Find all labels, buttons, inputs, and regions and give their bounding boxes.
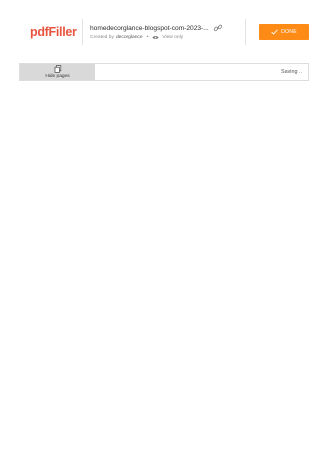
logo-filler-text: Filler bbox=[48, 25, 77, 39]
editor-toolbar: Hide pages Saving .. bbox=[19, 63, 309, 81]
created-by-label: Created by bbox=[90, 35, 114, 40]
editor-header: pdf Filler homedecorglance-blogspot-com-2… bbox=[19, 18, 309, 46]
access-mode: View only bbox=[162, 35, 184, 40]
done-label: DONE bbox=[281, 29, 297, 35]
done-area: DONE bbox=[246, 18, 309, 46]
document-owner: decorglance bbox=[115, 35, 143, 40]
logo-pdf-text: pdf bbox=[30, 25, 49, 39]
separator-dot: • bbox=[146, 35, 149, 40]
document-info: homedecorglance-blogspot-com-2023-... Cr… bbox=[83, 18, 245, 46]
hide-pages-label: Hide pages bbox=[45, 74, 70, 79]
link-icon[interactable] bbox=[213, 24, 223, 32]
eye-icon bbox=[152, 35, 160, 40]
check-icon bbox=[271, 29, 278, 35]
document-title[interactable]: homedecorglance-blogspot-com-2023-... bbox=[90, 25, 209, 32]
save-status: Saving .. bbox=[281, 69, 302, 75]
hide-pages-button[interactable]: Hide pages bbox=[20, 64, 95, 80]
pages-icon bbox=[54, 65, 62, 73]
done-button[interactable]: DONE bbox=[259, 24, 309, 40]
pdffiller-logo[interactable]: pdf Filler bbox=[19, 18, 82, 46]
